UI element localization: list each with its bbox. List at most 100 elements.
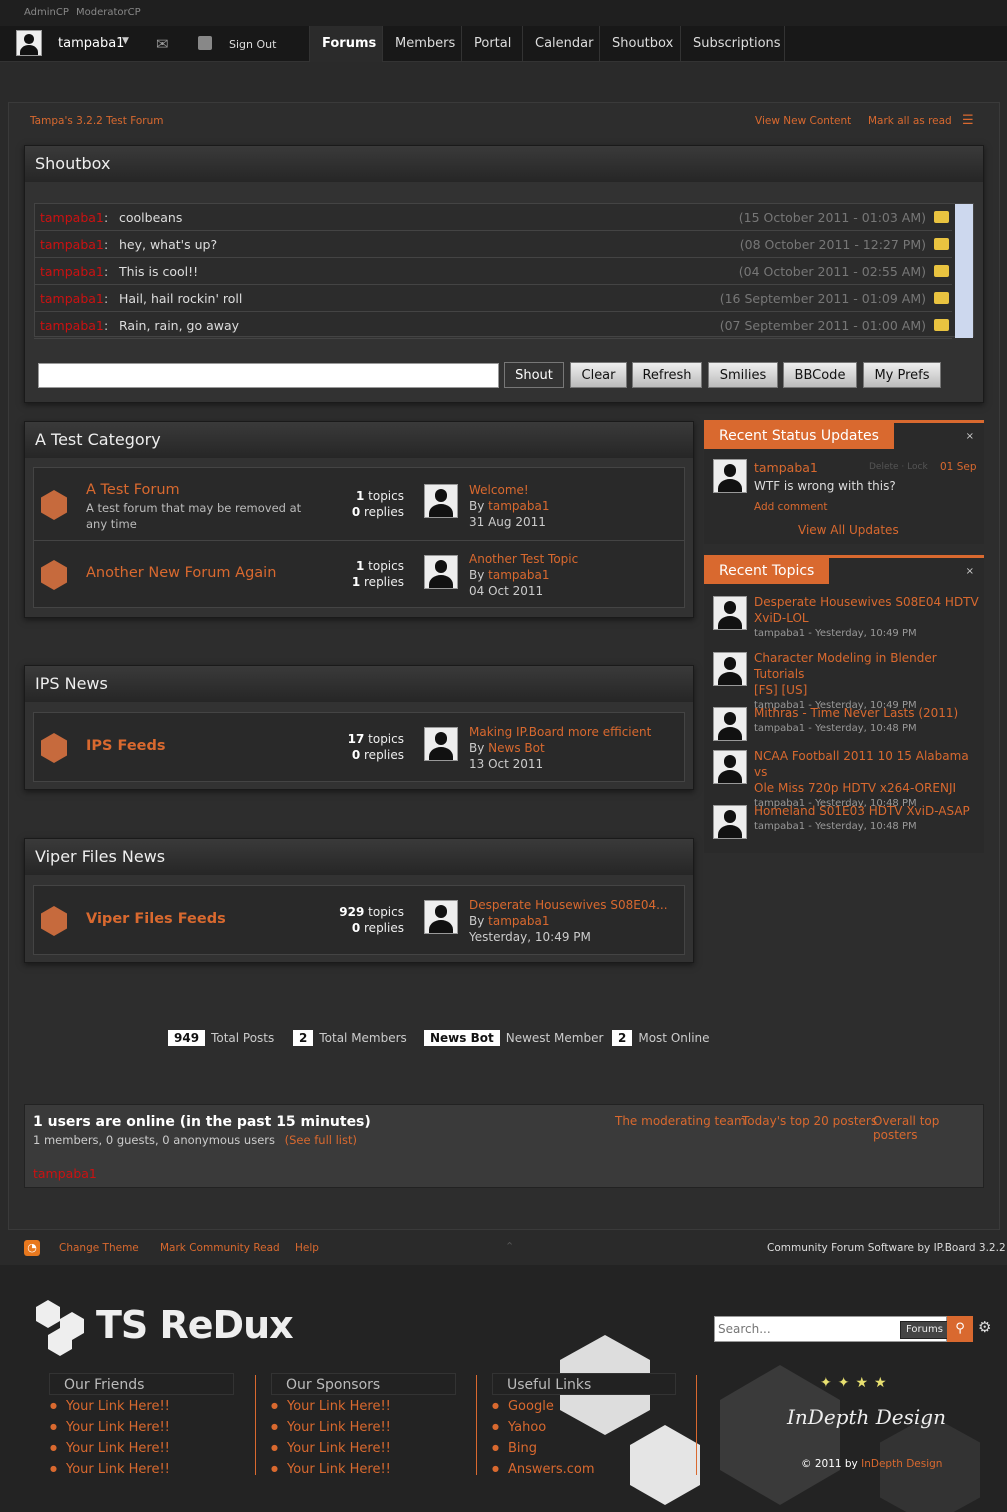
topic-avatar[interactable] bbox=[713, 707, 747, 741]
folder-icon[interactable] bbox=[934, 238, 949, 250]
admincp-link[interactable]: AdminCP bbox=[24, 7, 69, 18]
list-item[interactable]: Your Link Here!! bbox=[50, 1459, 170, 1480]
category-a-test: A Test Category A Test Forum A test foru… bbox=[24, 421, 694, 618]
view-all-updates-link[interactable]: View All Updates bbox=[798, 523, 899, 537]
shout-separator: : bbox=[104, 210, 109, 225]
breadcrumb[interactable]: Tampa's 3.2.2 Test Forum bbox=[30, 115, 164, 127]
gear-icon[interactable]: ⚙ bbox=[978, 1318, 991, 1336]
my-prefs-button[interactable]: My Prefs bbox=[863, 362, 941, 388]
shout-time: (07 September 2011 - 01:00 AM) bbox=[719, 318, 926, 333]
modcp-link[interactable]: ModeratorCP bbox=[76, 7, 141, 18]
last-poster-avatar[interactable] bbox=[424, 727, 458, 761]
tab-forums[interactable]: Forums bbox=[309, 26, 382, 62]
folder-icon[interactable] bbox=[934, 211, 949, 223]
moderating-team-link[interactable]: The moderating team bbox=[615, 1114, 746, 1128]
shout-user[interactable]: tampaba1 bbox=[40, 285, 104, 312]
list-item[interactable]: Your Link Here!! bbox=[271, 1459, 391, 1480]
overall-top-posters-link[interactable]: Overall top posters bbox=[873, 1114, 983, 1142]
bbcode-button[interactable]: BBCode bbox=[783, 362, 857, 388]
forum-read-icon bbox=[41, 560, 67, 590]
list-item[interactable]: Bing bbox=[492, 1438, 595, 1459]
change-theme-link[interactable]: Change Theme bbox=[59, 1242, 139, 1254]
forum-title[interactable]: Viper Files Feeds bbox=[86, 911, 226, 927]
category-viper-files: Viper Files News Viper Files Feeds 929 t… bbox=[24, 838, 694, 963]
rss-icon[interactable]: ◔ bbox=[24, 1240, 40, 1256]
view-new-content-link[interactable]: View New Content bbox=[755, 115, 851, 127]
search-scope[interactable]: Forums bbox=[900, 1321, 949, 1339]
topic-avatar[interactable] bbox=[713, 652, 747, 686]
user-menu[interactable]: tampaba1 bbox=[58, 36, 124, 51]
topic-title[interactable]: Desperate Housewives S08E04 HDTV XviD-LOL… bbox=[754, 594, 979, 642]
list-item[interactable]: Your Link Here!! bbox=[50, 1396, 170, 1417]
id-card-icon[interactable] bbox=[198, 36, 212, 50]
tab-calendar[interactable]: Calendar bbox=[522, 26, 599, 62]
add-comment-link[interactable]: Add comment bbox=[754, 501, 828, 513]
topic-title[interactable]: Homeland S01E03 HDTV XviD-ASAP tampaba1 -… bbox=[754, 803, 970, 835]
ipboard-credit[interactable]: Community Forum Software by IP.Board 3.2… bbox=[767, 1242, 1006, 1254]
folder-icon[interactable] bbox=[934, 292, 949, 304]
refresh-button[interactable]: Refresh bbox=[632, 362, 702, 388]
folder-icon[interactable] bbox=[934, 265, 949, 277]
folder-icon[interactable] bbox=[934, 319, 949, 331]
site-logo[interactable]: TS ReDux bbox=[96, 1303, 294, 1347]
search-icon[interactable]: ⚲ bbox=[947, 1316, 973, 1342]
status-user[interactable]: tampaba1 bbox=[754, 460, 818, 475]
list-icon[interactable]: ☰ bbox=[962, 113, 974, 128]
category-title: IPS News bbox=[25, 666, 693, 702]
shout-row: tampaba1: hey, what's up? (08 October 2011… bbox=[34, 231, 952, 258]
list-item[interactable]: Your Link Here!! bbox=[50, 1438, 170, 1459]
list-item[interactable]: Google bbox=[492, 1396, 595, 1417]
help-link[interactable]: Help bbox=[295, 1242, 319, 1254]
tab-members[interactable]: Members bbox=[382, 26, 461, 62]
list-item[interactable]: Answers.com bbox=[492, 1459, 595, 1480]
forum-title[interactable]: A Test Forum bbox=[86, 482, 180, 498]
online-user[interactable]: tampaba1 bbox=[33, 1166, 97, 1181]
shout-user[interactable]: tampaba1 bbox=[40, 312, 104, 339]
scrollbar[interactable] bbox=[955, 204, 973, 338]
shout-input[interactable] bbox=[38, 363, 499, 388]
last-poster-avatar[interactable] bbox=[424, 484, 458, 518]
chevron-down-icon[interactable]: ▼ bbox=[122, 36, 129, 46]
status-actions[interactable]: Delete · Lock bbox=[869, 462, 928, 472]
forum-row: IPS Feeds 17 topics 0 replies Making IP.… bbox=[33, 712, 685, 782]
list-item[interactable]: Your Link Here!! bbox=[50, 1417, 170, 1438]
mark-all-read-link[interactable]: Mark all as read bbox=[868, 115, 952, 127]
close-icon[interactable]: × bbox=[966, 431, 974, 442]
list-item[interactable]: Your Link Here!! bbox=[271, 1438, 391, 1459]
sidebar-title: Recent Topics bbox=[704, 558, 830, 584]
status-avatar[interactable] bbox=[713, 459, 747, 493]
last-poster-avatar[interactable] bbox=[424, 555, 458, 589]
shout-user[interactable]: tampaba1 bbox=[40, 231, 104, 258]
mark-community-read-link[interactable]: Mark Community Read bbox=[160, 1242, 280, 1254]
envelope-icon[interactable]: ✉ bbox=[156, 35, 169, 53]
list-item[interactable]: Yahoo bbox=[492, 1417, 595, 1438]
list-item[interactable]: Your Link Here!! bbox=[271, 1417, 391, 1438]
shout-button[interactable]: Shout bbox=[504, 362, 564, 388]
topic-avatar[interactable] bbox=[713, 596, 747, 630]
shout-row: tampaba1: This is cool!! (04 October 2011 … bbox=[34, 258, 952, 285]
clear-button[interactable]: Clear bbox=[570, 362, 627, 388]
forum-title[interactable]: IPS Feeds bbox=[86, 738, 166, 754]
smilies-button[interactable]: Smilies bbox=[708, 362, 778, 388]
tab-shoutbox[interactable]: Shoutbox bbox=[599, 26, 680, 62]
indepth-logo[interactable]: InDepth Design bbox=[787, 1405, 946, 1429]
list-item[interactable]: Your Link Here!! bbox=[271, 1396, 391, 1417]
replies-count: 0 replies bbox=[351, 505, 404, 519]
shout-separator: : bbox=[104, 237, 109, 252]
top-20-posters-link[interactable]: Today's top 20 posters bbox=[742, 1114, 877, 1128]
user-avatar[interactable] bbox=[16, 30, 42, 56]
back-to-top-icon[interactable]: ⌃ bbox=[505, 1240, 514, 1253]
search-input[interactable] bbox=[718, 1320, 893, 1338]
forum-title[interactable]: Another New Forum Again bbox=[86, 565, 276, 581]
last-poster-avatar[interactable] bbox=[424, 900, 458, 934]
last-post-info: Welcome! By tampaba1 31 Aug 2011 bbox=[469, 483, 550, 529]
topic-title[interactable]: Mithras - Time Never Lasts (2011) tampaba… bbox=[754, 705, 958, 737]
sign-out-link[interactable]: Sign Out bbox=[229, 38, 276, 51]
shout-user[interactable]: tampaba1 bbox=[40, 258, 104, 285]
close-icon[interactable]: × bbox=[966, 566, 974, 577]
shout-user[interactable]: tampaba1 bbox=[40, 204, 104, 231]
topic-avatar[interactable] bbox=[713, 805, 747, 839]
tab-portal[interactable]: Portal bbox=[461, 26, 522, 62]
tab-subscriptions[interactable]: Subscriptions bbox=[680, 26, 785, 62]
topic-avatar[interactable] bbox=[713, 750, 747, 784]
